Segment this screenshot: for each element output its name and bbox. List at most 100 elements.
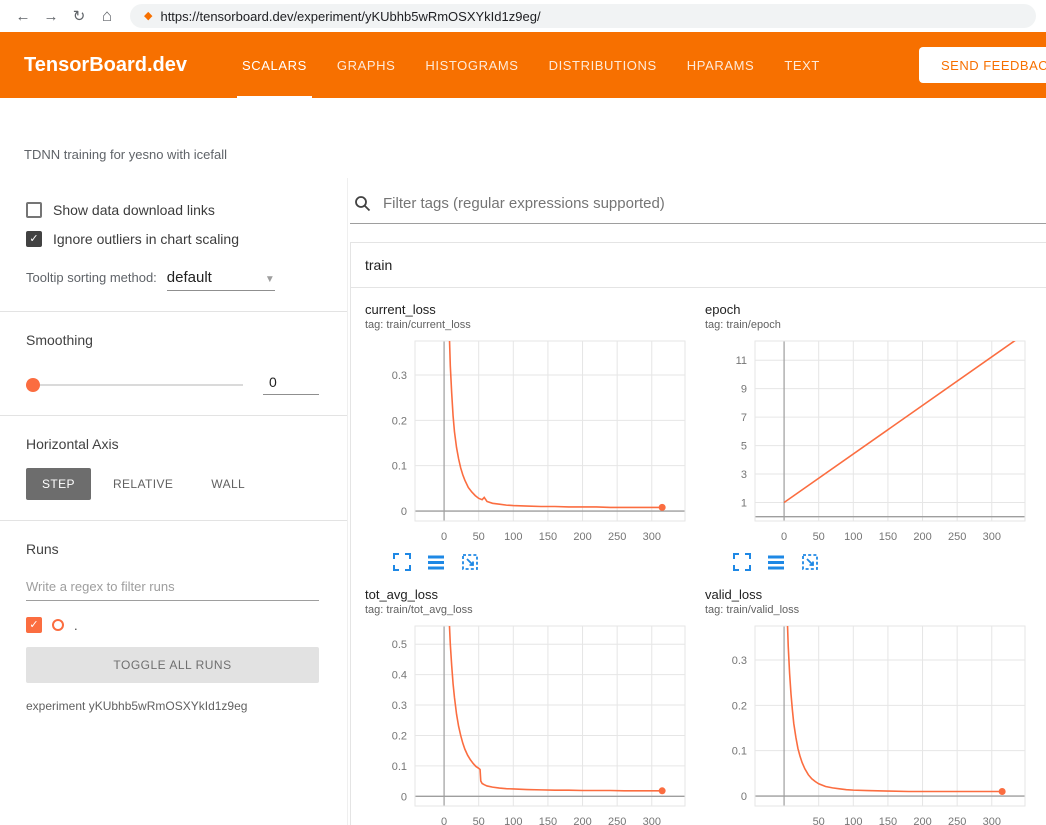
- smoothing-label: Smoothing: [26, 332, 319, 348]
- send-feedback-button[interactable]: SEND FEEDBACK: [919, 47, 1046, 83]
- nav-tabs: SCALARS GRAPHS HISTOGRAMS DISTRIBUTIONS …: [227, 32, 835, 98]
- experiment-id-text: experiment yKUbhb5wRmOSXYkId1z9eg: [26, 699, 319, 713]
- tag-filter-row: [350, 178, 1046, 224]
- chart-actions: [365, 547, 695, 581]
- data-table-icon[interactable]: [427, 553, 445, 571]
- tag-group-card: train current_loss tag: train/current_lo…: [350, 242, 1046, 825]
- svg-text:0: 0: [441, 816, 447, 825]
- ignore-outliers-checkbox[interactable]: [26, 231, 42, 247]
- show-download-links-label: Show data download links: [53, 202, 215, 218]
- chart-title: current_loss: [365, 302, 695, 317]
- run-name: .: [74, 618, 78, 633]
- chart-actions: [705, 547, 1035, 581]
- tab-graphs[interactable]: GRAPHS: [322, 32, 411, 98]
- tooltip-sorting-label: Tooltip sorting method:: [26, 270, 157, 285]
- show-download-links-checkbox[interactable]: [26, 202, 42, 218]
- chevron-down-icon: ▼: [265, 274, 275, 285]
- content: Show data download links Ignore outliers…: [0, 178, 1046, 825]
- back-icon[interactable]: ←: [10, 8, 36, 25]
- sidebar-divider: [0, 415, 347, 416]
- svg-text:50: 50: [473, 531, 485, 543]
- tooltip-sorting-value: default: [167, 269, 212, 286]
- tab-text[interactable]: TEXT: [769, 32, 835, 98]
- svg-text:100: 100: [504, 531, 522, 543]
- chart-card-tot-avg-loss: tot_avg_loss tag: train/tot_avg_loss 050…: [365, 587, 695, 825]
- svg-text:250: 250: [948, 816, 966, 825]
- tab-hparams[interactable]: HPARAMS: [672, 32, 770, 98]
- svg-text:200: 200: [913, 816, 931, 825]
- address-bar[interactable]: ◆ https://tensorboard.dev/experiment/yKU…: [130, 4, 1036, 28]
- svg-text:0: 0: [441, 531, 447, 543]
- line-chart[interactable]: 05010015020025030000.10.20.30.40.5: [365, 620, 695, 825]
- fit-domain-icon[interactable]: [801, 553, 819, 571]
- svg-text:300: 300: [643, 816, 661, 825]
- svg-text:0.5: 0.5: [392, 639, 407, 651]
- svg-text:250: 250: [608, 816, 626, 825]
- tensorboard-logo-icon: ◆: [144, 11, 152, 22]
- tooltip-sorting-row: Tooltip sorting method: default ▼: [26, 269, 319, 291]
- tab-histograms[interactable]: HISTOGRAMS: [410, 32, 533, 98]
- svg-text:3: 3: [741, 469, 747, 481]
- tag-group-header[interactable]: train: [351, 243, 1046, 288]
- svg-text:100: 100: [504, 816, 522, 825]
- app-title: TensorBoard.dev: [24, 54, 187, 77]
- home-icon[interactable]: ⌂: [94, 6, 120, 26]
- svg-text:0.2: 0.2: [392, 415, 407, 427]
- tag-filter-input[interactable]: [381, 194, 1046, 213]
- svg-text:0.3: 0.3: [732, 655, 747, 667]
- chart-title: valid_loss: [705, 587, 1035, 602]
- axis-wall-button[interactable]: WALL: [195, 468, 261, 500]
- forward-icon[interactable]: →: [38, 8, 64, 25]
- chart-tag: tag: train/current_loss: [365, 319, 695, 331]
- smoothing-slider-thumb[interactable]: [26, 378, 40, 392]
- main-panel: train current_loss tag: train/current_lo…: [348, 178, 1046, 825]
- svg-text:0.3: 0.3: [392, 370, 407, 382]
- svg-text:0.1: 0.1: [392, 461, 407, 473]
- axis-relative-button[interactable]: RELATIVE: [97, 468, 189, 500]
- chart-title: tot_avg_loss: [365, 587, 695, 602]
- smoothing-value[interactable]: 0: [263, 374, 319, 395]
- chart-tag: tag: train/epoch: [705, 319, 1035, 331]
- sidebar: Show data download links Ignore outliers…: [0, 178, 348, 825]
- show-download-links-row: Show data download links: [26, 202, 319, 218]
- line-chart[interactable]: 05010015020025030000.10.20.3: [365, 335, 695, 547]
- svg-text:150: 150: [539, 531, 557, 543]
- expand-chart-icon[interactable]: [393, 553, 411, 571]
- svg-text:100: 100: [844, 531, 862, 543]
- expand-chart-icon[interactable]: [733, 553, 751, 571]
- toggle-all-runs-button[interactable]: TOGGLE ALL RUNS: [26, 647, 319, 683]
- sidebar-divider: [0, 311, 347, 312]
- runs-label: Runs: [26, 541, 319, 557]
- run-row: .: [26, 617, 319, 633]
- chart-tag: tag: train/tot_avg_loss: [365, 604, 695, 616]
- ignore-outliers-label: Ignore outliers in chart scaling: [53, 231, 239, 247]
- svg-text:200: 200: [913, 531, 931, 543]
- axis-step-button[interactable]: STEP: [26, 468, 91, 500]
- svg-text:150: 150: [539, 816, 557, 825]
- data-table-icon[interactable]: [767, 553, 785, 571]
- svg-text:0: 0: [401, 791, 407, 803]
- line-chart[interactable]: 0501001502002503001357911: [705, 335, 1035, 547]
- sidebar-divider: [0, 520, 347, 521]
- svg-text:7: 7: [741, 412, 747, 424]
- refresh-icon[interactable]: ↻: [66, 7, 92, 25]
- svg-text:11: 11: [736, 355, 747, 367]
- smoothing-slider[interactable]: [26, 384, 243, 386]
- run-checkbox[interactable]: [26, 617, 42, 633]
- chart-card-current-loss: current_loss tag: train/current_loss 0 50…: [365, 302, 695, 581]
- smoothing-row: 0: [26, 374, 319, 395]
- tab-distributions[interactable]: DISTRIBUTIONS: [534, 32, 672, 98]
- browser-toolbar: ← → ↻ ⌂ ◆ https://tensorboard.dev/experi…: [0, 0, 1046, 32]
- svg-text:200: 200: [573, 816, 591, 825]
- tooltip-sorting-select[interactable]: default ▼: [167, 269, 275, 291]
- line-chart[interactable]: 5010015020025030000.10.20.3: [705, 620, 1035, 825]
- svg-text:5: 5: [741, 441, 747, 453]
- run-color-swatch: [52, 619, 64, 631]
- svg-text:300: 300: [643, 531, 661, 543]
- svg-text:0.4: 0.4: [392, 670, 407, 682]
- fit-domain-icon[interactable]: [461, 553, 479, 571]
- runs-filter-input[interactable]: [26, 571, 319, 601]
- horizontal-axis-buttons: STEP RELATIVE WALL: [26, 468, 319, 500]
- tab-scalars[interactable]: SCALARS: [227, 32, 322, 98]
- experiment-description: TDNN training for yesno with icefall: [0, 98, 1046, 178]
